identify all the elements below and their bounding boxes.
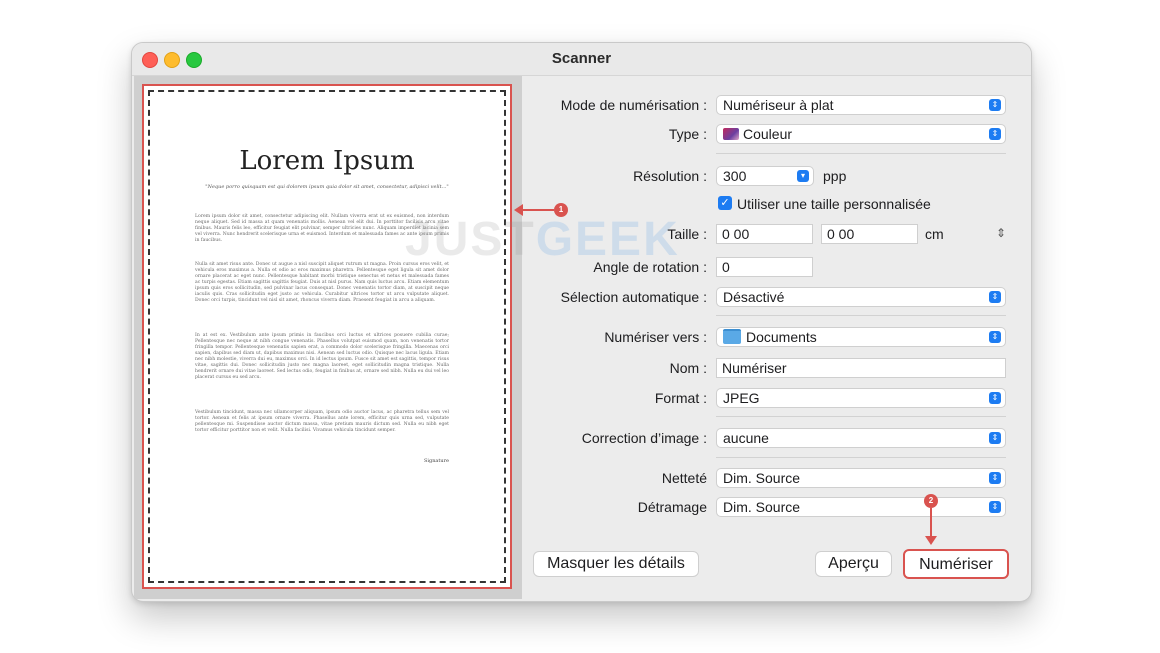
size-width-field[interactable]: 0 00	[716, 224, 813, 244]
annotation-badge-1: 1	[554, 203, 568, 217]
size-height-field[interactable]: 0 00	[821, 224, 918, 244]
chevron-updown-icon: ⇕	[989, 99, 1001, 111]
format-label: Format :	[654, 390, 707, 406]
size-label: Taille :	[667, 226, 707, 242]
autoselect-value: Désactivé	[723, 289, 785, 305]
title-bar: Scanner	[132, 43, 1031, 76]
descreen-value: Dim. Source	[723, 499, 801, 515]
destination-select[interactable]: Documents ⇕	[716, 327, 1006, 347]
descreen-select[interactable]: Dim. Source ⇕	[716, 497, 1006, 517]
separator	[716, 153, 1006, 154]
size-unit: cm	[925, 226, 944, 242]
custom-size-checkbox[interactable]: ✓	[718, 196, 732, 210]
type-value: Couleur	[743, 126, 793, 142]
chevron-updown-icon: ⇕	[989, 392, 1001, 404]
window-title: Scanner	[551, 50, 612, 67]
chevron-down-icon: ▾	[797, 170, 809, 182]
correction-select[interactable]: aucune ⇕	[716, 428, 1006, 448]
sharpness-select[interactable]: Dim. Source ⇕	[716, 468, 1006, 488]
scan-button[interactable]: Numériser	[903, 549, 1009, 579]
separator	[716, 457, 1006, 458]
chevron-updown-icon: ⇕	[989, 128, 1001, 140]
annotation-arrowhead	[925, 536, 937, 545]
rotation-label: Angle de rotation :	[593, 259, 707, 275]
resolution-unit: ppp	[823, 168, 847, 184]
resolution-label: Résolution :	[633, 168, 707, 184]
destination-label: Numériser vers :	[604, 329, 707, 345]
resolution-value: 300	[723, 168, 747, 184]
preview-button[interactable]: Aperçu	[815, 551, 892, 577]
name-field[interactable]: Numériser	[716, 358, 1006, 378]
size-unit-stepper-icon[interactable]: ⇕	[996, 226, 1006, 240]
separator	[716, 416, 1006, 417]
correction-label: Correction d’image :	[581, 430, 707, 446]
descreen-label: Détramage	[637, 499, 707, 515]
custom-size-label: Utiliser une taille personnalisée	[737, 196, 931, 212]
type-select[interactable]: Couleur ⇕	[716, 124, 1006, 144]
mode-value: Numériseur à plat	[723, 97, 834, 113]
autoselect-select[interactable]: Désactivé ⇕	[716, 287, 1006, 307]
color-icon	[723, 128, 739, 140]
destination-value: Documents	[746, 329, 817, 345]
chevron-updown-icon: ⇕	[989, 472, 1001, 484]
annotation-arrowhead	[514, 204, 523, 216]
format-select[interactable]: JPEG ⇕	[716, 388, 1006, 408]
mode-select[interactable]: Numériseur à plat ⇕	[716, 95, 1006, 115]
annotation-arrow-line	[930, 508, 932, 538]
sharpness-value: Dim. Source	[723, 470, 801, 486]
document-subtitle: "Neque porro quisquam est qui dolorem ip…	[205, 184, 449, 190]
correction-value: aucune	[723, 430, 769, 446]
sharpness-label: Netteté	[661, 470, 707, 486]
resolution-select[interactable]: 300 ▾	[716, 166, 814, 186]
annotation-badge-2: 2	[924, 494, 938, 508]
chevron-updown-icon: ⇕	[989, 331, 1001, 343]
name-label: Nom :	[669, 360, 707, 376]
chevron-updown-icon: ⇕	[989, 291, 1001, 303]
format-value: JPEG	[723, 390, 760, 406]
hide-details-button[interactable]: Masquer les détails	[533, 551, 699, 577]
document-signature: Signature	[423, 458, 449, 464]
folder-icon	[723, 329, 741, 344]
annotation-arrow-line	[520, 209, 554, 211]
autoselect-label: Sélection automatique :	[560, 289, 707, 305]
mode-label: Mode de numérisation :	[560, 97, 707, 113]
rotation-field[interactable]: 0	[716, 257, 813, 277]
chevron-updown-icon: ⇕	[989, 432, 1001, 444]
chevron-updown-icon: ⇕	[989, 501, 1001, 513]
separator	[716, 315, 1006, 316]
type-label: Type :	[668, 126, 707, 142]
